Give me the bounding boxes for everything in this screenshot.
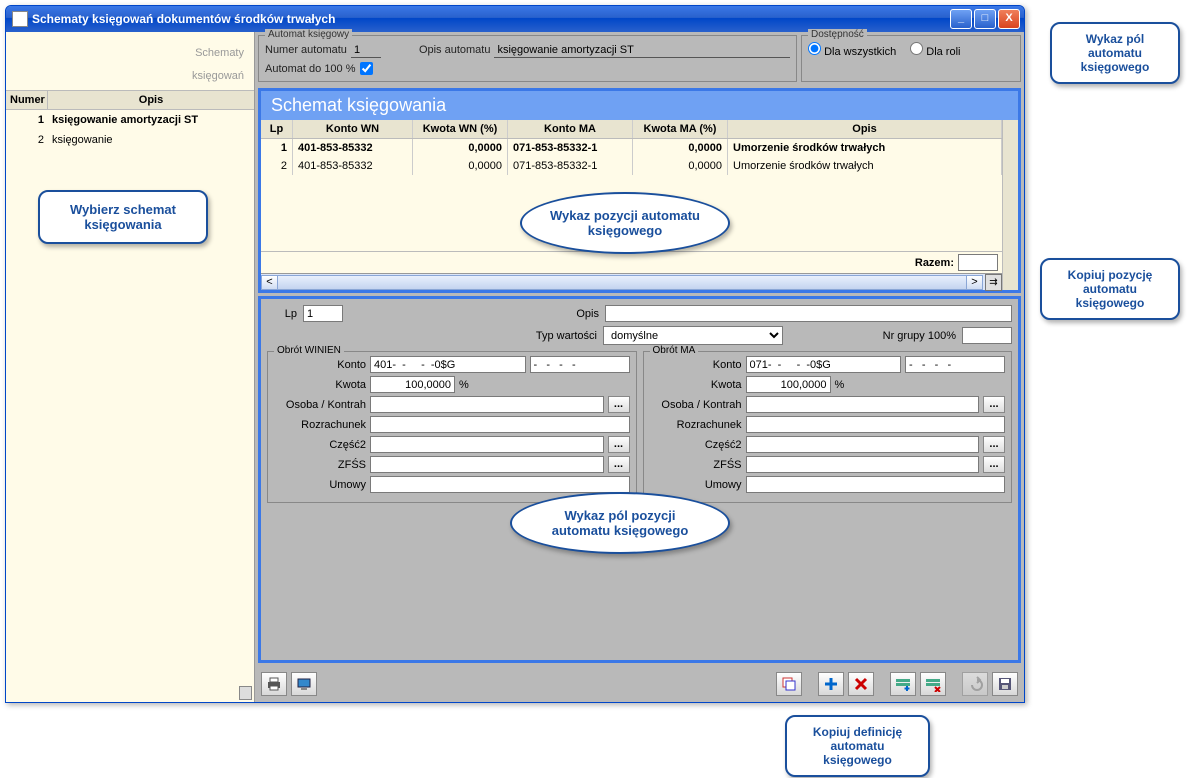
wn-osoba-input[interactable]: [370, 396, 604, 413]
scroll-left-icon[interactable]: <: [261, 275, 278, 290]
radio-role[interactable]: Dla roli: [910, 42, 960, 58]
ma-osoba-input[interactable]: [746, 396, 980, 413]
callout-positions: Wykaz pozycji automatu księgowego: [520, 192, 730, 254]
callout-fields: Wykaz pól pozycji automatu księgowego: [510, 492, 730, 554]
wn-um-input[interactable]: [370, 476, 630, 493]
grid-title: Schemat księgowania: [261, 91, 1018, 120]
razem-label: Razem:: [915, 257, 954, 269]
dostep-fieldset: Dostępność Dla wszystkich Dla roli: [801, 35, 1021, 82]
ma-zfss-lookup[interactable]: ...: [983, 456, 1005, 473]
numer-input[interactable]: [351, 42, 381, 58]
wn-konto-input[interactable]: [370, 356, 526, 373]
copy-position-button[interactable]: ⇉: [985, 274, 1002, 291]
app-icon: [12, 11, 28, 27]
sidebar-title: Schematyksięgowań: [6, 32, 254, 90]
ma-osoba-lookup[interactable]: ...: [983, 396, 1005, 413]
detail-panel: Lp Opis Typ wartości domyślne Nr grupy 1…: [258, 296, 1021, 663]
sidebar-header: Numer Opis: [6, 90, 254, 110]
col-opis[interactable]: Opis: [48, 91, 254, 109]
schema-grid: Schemat księgowania Lp Konto WN Kwota WN…: [258, 88, 1021, 293]
nrg-input[interactable]: [962, 327, 1012, 344]
ma-roz-input[interactable]: [746, 416, 1006, 433]
numer-label: Numer automatu: [265, 44, 347, 56]
callout-automat-fields: Wykaz pól automatu księgowego: [1050, 22, 1180, 84]
ma-um-input[interactable]: [746, 476, 1006, 493]
col-numer[interactable]: Numer: [6, 91, 48, 109]
close-button[interactable]: X: [998, 9, 1020, 29]
save-button[interactable]: [992, 672, 1018, 696]
row-add-button[interactable]: [890, 672, 916, 696]
print-button[interactable]: [261, 672, 287, 696]
opis-label: Opis automatu: [419, 44, 491, 56]
100-label: Automat do 100 %: [265, 63, 356, 75]
list-item[interactable]: 1 księgowanie amortyzacji ST: [6, 110, 254, 130]
obrot-wn-fieldset: Obrót WINIEN Konto Kwota % Osoba / Kontr…: [267, 351, 637, 503]
main-window: Schematy księgowań dokumentów środków tr…: [5, 5, 1025, 703]
opis-input[interactable]: [494, 42, 790, 58]
screen-button[interactable]: [291, 672, 317, 696]
automat-fieldset: Automat księgowy Numer automatu Opis aut…: [258, 35, 797, 82]
titlebar: Schematy księgowań dokumentów środków tr…: [6, 6, 1024, 32]
ma-kwota-input[interactable]: [746, 376, 831, 393]
list-item[interactable]: 2 księgowanie: [6, 130, 254, 150]
bottom-toolbar: [258, 669, 1021, 699]
ma-cz-lookup[interactable]: ...: [983, 436, 1005, 453]
add-button[interactable]: [818, 672, 844, 696]
maximize-button[interactable]: □: [974, 9, 996, 29]
wn-konto2-input[interactable]: [530, 356, 630, 373]
undo-button[interactable]: [962, 672, 988, 696]
detail-opis-input[interactable]: [605, 305, 1012, 322]
row-del-button[interactable]: [920, 672, 946, 696]
wn-zfss-input[interactable]: [370, 456, 604, 473]
ma-cz-input[interactable]: [746, 436, 980, 453]
100-checkbox[interactable]: [360, 62, 373, 75]
typ-select[interactable]: domyślne: [603, 326, 783, 345]
grid-hscroll[interactable]: < > ⇉: [261, 273, 1002, 290]
main-panel: Automat księgowy Numer automatu Opis aut…: [255, 32, 1024, 702]
callout-copy-pos: Kopiuj pozycję automatu księgowego: [1040, 258, 1180, 320]
callout-select-schema: Wybierz schemat księgowania: [38, 190, 208, 244]
table-row[interactable]: 2 401-853-85332 0,0000 071-853-85332-1 0…: [261, 157, 1002, 175]
minimize-button[interactable]: _: [950, 9, 972, 29]
table-row[interactable]: 1 401-853-85332 0,0000 071-853-85332-1 0…: [261, 139, 1002, 157]
wn-kwota-input[interactable]: [370, 376, 455, 393]
grid-header: Lp Konto WN Kwota WN (%) Konto MA Kwota …: [261, 120, 1002, 139]
sidebar: Schematyksięgowań Numer Opis 1 księgowan…: [6, 32, 255, 702]
callout-copy-def: Kopiuj definicję automatu księgowego: [785, 715, 930, 777]
window-title: Schematy księgowań dokumentów środków tr…: [32, 12, 950, 26]
wn-zfss-lookup[interactable]: ...: [608, 456, 630, 473]
obrot-ma-fieldset: Obrót MA Konto Kwota % Osoba / Kontrah..…: [643, 351, 1013, 503]
ma-konto2-input[interactable]: [905, 356, 1005, 373]
grid-vscroll[interactable]: [1002, 120, 1018, 290]
wn-cz-lookup[interactable]: ...: [608, 436, 630, 453]
sidebar-scroll[interactable]: [239, 686, 252, 700]
wn-osoba-lookup[interactable]: ...: [608, 396, 630, 413]
copy-def-button[interactable]: [776, 672, 802, 696]
wn-roz-input[interactable]: [370, 416, 630, 433]
lp-input[interactable]: [303, 305, 343, 322]
scroll-right-icon[interactable]: >: [966, 275, 983, 290]
ma-zfss-input[interactable]: [746, 456, 980, 473]
delete-button[interactable]: [848, 672, 874, 696]
radio-all[interactable]: Dla wszystkich: [808, 42, 896, 58]
wn-cz-input[interactable]: [370, 436, 604, 453]
razem-value: [958, 254, 998, 271]
ma-konto-input[interactable]: [746, 356, 902, 373]
